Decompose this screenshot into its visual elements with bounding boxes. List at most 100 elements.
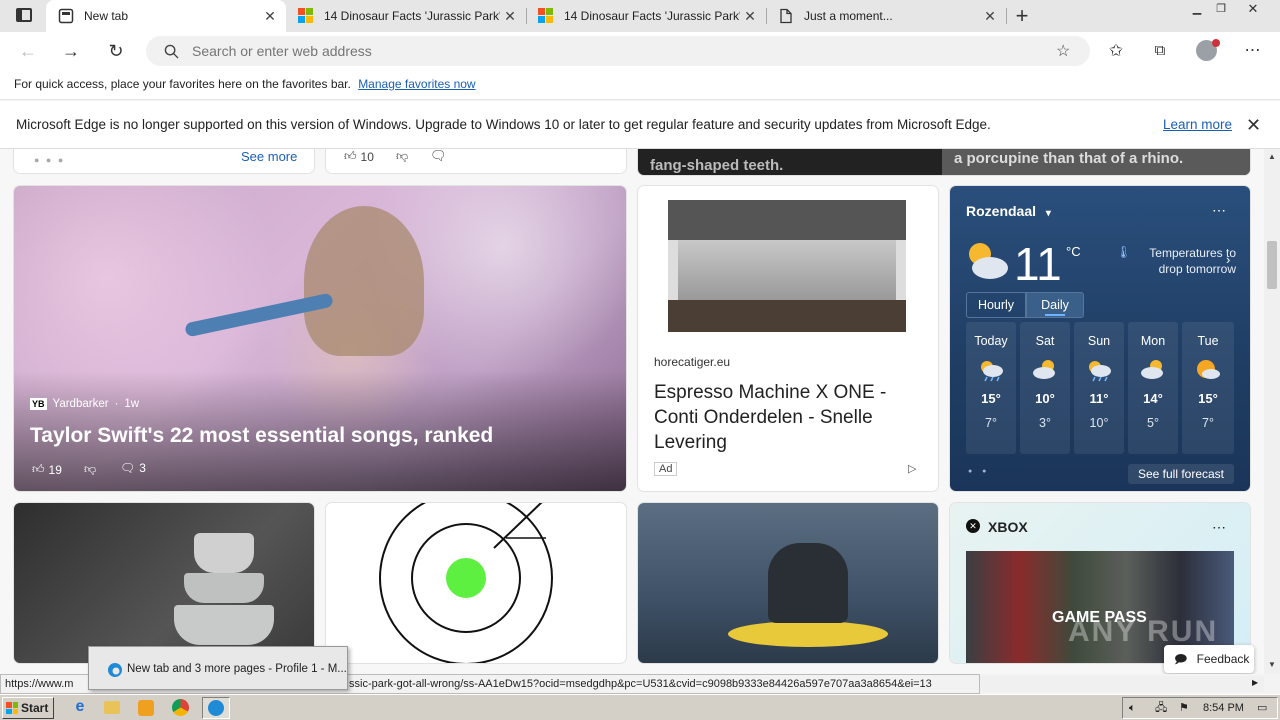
microsoft-logo-icon	[538, 8, 554, 24]
ad-source: horecatiger.eu	[654, 355, 731, 369]
hero-comment-button[interactable]: 🗨︎ 3	[120, 461, 146, 475]
forecast-day-label: Sat	[1035, 334, 1055, 348]
like-button[interactable]: 👍︎ 10	[344, 149, 374, 164]
close-tab-icon[interactable]: ✕	[740, 8, 760, 25]
tab-separator	[1006, 8, 1007, 24]
hero-title[interactable]: Taylor Swift's 22 most essential songs, …	[30, 424, 493, 448]
ie-icon[interactable]: e	[70, 698, 90, 718]
tab-title: 14 Dinosaur Facts 'Jurassic Park' G	[324, 9, 500, 23]
tab-dino-facts-1[interactable]: 14 Dinosaur Facts 'Jurassic Park' G ✕	[286, 0, 526, 32]
network-icon[interactable]: 🖧︎	[1155, 698, 1167, 718]
clock: 8:54 PM	[1203, 702, 1244, 714]
forecast-low: 10°	[1089, 416, 1109, 430]
dino-caption-right: dinosaurs had more of a resemblance to a…	[954, 149, 1242, 167]
tab-just-a-moment[interactable]: Just a moment... ✕	[766, 0, 1006, 32]
ad-card[interactable]: horecatiger.eu Espresso Machine X ONE - …	[638, 186, 938, 491]
volume-icon[interactable]: 🔈︎	[1129, 698, 1136, 718]
close-tab-icon[interactable]: ✕	[260, 8, 280, 25]
feedback-button[interactable]: 🗩︎ Feedback	[1164, 645, 1254, 673]
thumbs-up-icon: 👍︎	[32, 462, 45, 476]
ad-title[interactable]: Espresso Machine X ONE - Conti Onderdele…	[654, 380, 924, 455]
media-player-icon[interactable]	[138, 700, 154, 716]
forecast-day[interactable]: Sun 11° 10°	[1074, 322, 1124, 454]
rain-cloud-icon	[1089, 361, 1111, 382]
forecast-high: 10°	[1035, 391, 1055, 406]
weather-tab-hourly[interactable]: Hourly	[966, 292, 1026, 318]
search-icon	[164, 44, 179, 59]
bowls-article-card[interactable]	[14, 503, 314, 663]
forecast-day[interactable]: Sat 10° 3°	[1020, 322, 1070, 454]
start-button[interactable]: Start	[2, 697, 54, 719]
close-icon[interactable]: ✕	[1246, 101, 1261, 149]
tab-new-tab[interactable]: New tab ✕	[46, 0, 286, 32]
back-button[interactable]: ←	[15, 38, 41, 64]
horizontal-scrollbar[interactable]: ▶	[980, 676, 1264, 692]
windows-taskbar: Start e 🔈︎ 🖧︎ ⚑ 8:54 PM ▭	[0, 694, 1280, 720]
settings-menu-icon[interactable]: ⋯	[1239, 38, 1265, 64]
add-favorite-icon[interactable]: ☆	[1056, 41, 1070, 61]
show-desktop-icon[interactable]: ▭	[1257, 698, 1267, 718]
forecast-day[interactable]: Tue 15° 7°	[1182, 322, 1234, 454]
partial-card-left[interactable]: ● ● ● See more	[14, 149, 314, 173]
edge-icon	[208, 700, 224, 716]
see-full-forecast-button[interactable]: See full forecast	[1128, 464, 1234, 484]
espresso-machine-image	[668, 200, 906, 332]
new-tab-button[interactable]: +	[1010, 3, 1034, 29]
favorites-icon[interactable]: ✩	[1103, 38, 1129, 64]
close-tab-icon[interactable]: ✕	[500, 8, 520, 25]
address-input[interactable]	[192, 43, 992, 59]
see-more-link[interactable]: See more	[241, 149, 297, 164]
target-article-card[interactable]	[326, 503, 626, 663]
forecast-day[interactable]: Mon 14° 5°	[1128, 322, 1178, 454]
tab-dino-facts-2[interactable]: 14 Dinosaur Facts 'Jurassic Park' G ✕	[526, 0, 766, 32]
favorites-bar: For quick access, place your favorites h…	[0, 70, 1280, 100]
thumbs-up-icon: 👍︎	[344, 149, 357, 163]
weather-card[interactable]: Rozendaal ▾ ⋯ 11 °C 🌡︎ Temperatures to d…	[950, 186, 1250, 491]
vertical-scrollbar[interactable]: ▲ ▼	[1264, 149, 1280, 674]
weather-menu-icon[interactable]: ⋯	[1212, 202, 1226, 219]
folder-icon[interactable]	[104, 701, 120, 714]
learn-more-link[interactable]: Learn more	[1163, 101, 1232, 149]
hero-comment-count: 3	[139, 461, 146, 475]
source-dot: ·	[114, 398, 119, 410]
manage-favorites-link[interactable]: Manage favorites now	[358, 77, 475, 91]
forecast-day-label: Mon	[1140, 334, 1166, 348]
sun-cloud-icon	[1197, 360, 1220, 379]
taskbar-preview-popup[interactable]: New tab and 3 more pages - Profile 1 - M…	[88, 646, 348, 690]
hero-like-button[interactable]: 👍︎ 19	[32, 462, 62, 477]
chevron-right-icon[interactable]: ›	[1226, 252, 1230, 267]
refresh-button[interactable]: ↻	[103, 38, 129, 64]
scroll-up-arrow[interactable]: ▲	[1268, 152, 1276, 161]
close-tab-icon[interactable]: ✕	[980, 8, 1000, 25]
hero-dislike-button[interactable]: 👎︎	[84, 462, 96, 477]
chrome-icon[interactable]	[172, 699, 189, 716]
profile-avatar[interactable]	[1196, 39, 1220, 61]
restore-button[interactable]: ❐	[1206, 0, 1236, 18]
xbox-menu-icon[interactable]: ⋯	[1212, 519, 1226, 536]
dislike-button[interactable]: 👎︎	[396, 149, 408, 164]
weather-location[interactable]: Rozendaal ▾	[966, 203, 1051, 219]
tab-actions-icon[interactable]	[16, 8, 32, 22]
comment-button[interactable]: 🗨︎	[430, 149, 447, 164]
hero-age: 1w	[124, 398, 140, 410]
adchoices-icon[interactable]: ▷	[908, 462, 916, 475]
scroll-thumb[interactable]	[1267, 241, 1277, 289]
tab-title: 14 Dinosaur Facts 'Jurassic Park' G	[564, 9, 740, 23]
hero-article-card[interactable]: YB Yardbarker · 1w Taylor Swift's 22 mos…	[14, 186, 626, 491]
forecast-low: 3°	[1039, 416, 1051, 430]
scroll-right-arrow[interactable]: ▶	[1252, 678, 1258, 687]
forecast-day[interactable]: Today 15° 7°	[966, 322, 1016, 454]
edge-taskbar-button[interactable]	[202, 697, 230, 719]
close-window-button[interactable]: ✕	[1238, 0, 1268, 18]
flag-icon[interactable]: ⚑	[1179, 698, 1189, 718]
weather-alert[interactable]: Temperatures to drop tomorrow	[1128, 245, 1236, 277]
dino-slideshow-card[interactable]: fang-shaped teeth. dinosaurs had more of…	[638, 149, 1250, 175]
newtab-icon	[58, 8, 74, 24]
scroll-down-arrow[interactable]: ▼	[1268, 660, 1276, 669]
tab-title: Just a moment...	[804, 9, 893, 23]
kayak-article-card[interactable]	[638, 503, 938, 663]
forward-button[interactable]: →	[58, 38, 84, 64]
collections-icon[interactable]: ⧉	[1147, 38, 1173, 64]
address-bar[interactable]: ☆	[146, 36, 1090, 66]
cloud-sun-icon	[1141, 360, 1163, 379]
